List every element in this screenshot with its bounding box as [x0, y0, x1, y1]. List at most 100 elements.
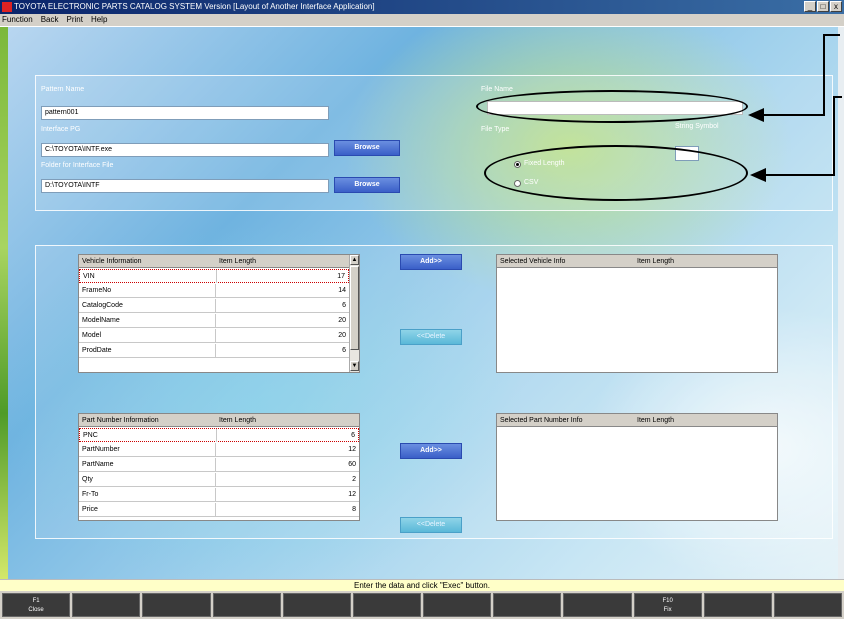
column-divider	[215, 473, 216, 486]
column-divider	[215, 329, 216, 342]
fkey-blank[interactable]	[72, 593, 141, 617]
add-vehicle-button[interactable]: Add>>	[400, 254, 462, 270]
table-row[interactable]: Qty 2	[79, 473, 359, 487]
selected-vehicle-col-length: Item Length	[637, 258, 674, 265]
fkey-label: Fix	[663, 607, 672, 613]
menu-print[interactable]: Print	[66, 14, 82, 26]
part-item-length: 60	[348, 461, 356, 468]
menu-back[interactable]: Back	[41, 14, 59, 26]
selected-part-header: Selected Part Number Info Item Length	[497, 414, 777, 427]
part-item-name: PartName	[82, 461, 114, 468]
fkey-blank[interactable]	[703, 593, 772, 617]
menu-bar: Function Back Print Help	[0, 14, 844, 26]
window-controls: _ □ x	[804, 1, 842, 13]
vehicle-item-length: 6	[342, 302, 346, 309]
interface-folder-label: Folder for Interface File	[41, 162, 114, 169]
fkey-blank[interactable]	[423, 593, 492, 617]
column-divider	[216, 270, 217, 283]
delete-vehicle-button[interactable]: <<Delete	[400, 329, 462, 345]
fkey-number: F1	[32, 598, 40, 604]
table-row[interactable]: ProdDate 6	[79, 344, 349, 358]
minimize-button[interactable]: _	[804, 1, 816, 12]
menu-function[interactable]: Function	[2, 14, 33, 26]
table-row[interactable]: FrameNo 14	[79, 284, 349, 298]
callout-ellipse-file-type	[484, 145, 748, 201]
selected-part-table: Selected Part Number Info Item Length	[496, 413, 778, 521]
vehicle-info-table: Vehicle Information Item Length VIN 17 F…	[78, 254, 360, 373]
table-row[interactable]: PartNumber 12	[79, 443, 359, 457]
delete-part-button[interactable]: <<Delete	[400, 517, 462, 533]
vehicle-item-name: Model	[82, 332, 102, 339]
app-icon	[2, 2, 12, 12]
part-item-length: 12	[348, 491, 356, 498]
interface-pg-input[interactable]: C:\TOYOTA\INTF.exe	[41, 143, 329, 157]
arrow1-top-segment	[824, 34, 840, 36]
function-key-bar: F1 Close F10 Fix	[0, 591, 844, 619]
fkey-blank[interactable]	[352, 593, 422, 617]
scroll-thumb[interactable]	[350, 266, 359, 350]
pattern-name-label: Pattern Name	[41, 86, 85, 93]
table-row[interactable]: Fr-To 12	[79, 488, 359, 502]
fkey-blank[interactable]	[493, 593, 562, 617]
part-item-length: 2	[352, 476, 356, 483]
menu-help[interactable]: Help	[91, 14, 107, 26]
part-item-name: PartNumber	[82, 446, 120, 453]
column-divider	[215, 488, 216, 501]
column-divider	[215, 344, 216, 357]
vehicle-item-length: 14	[338, 287, 346, 294]
part-table-header: Part Number Information Item Length	[79, 414, 359, 427]
table-row[interactable]: PartName 60	[79, 458, 359, 472]
arrow-left-icon	[748, 108, 764, 122]
table-row[interactable]: Price 8	[79, 503, 359, 517]
arrow2-horizontal-segment	[764, 174, 834, 176]
fkey-number: F10	[662, 598, 673, 604]
table-row[interactable]: ModelName 20	[79, 314, 349, 328]
column-divider	[215, 503, 216, 516]
fkey-blank[interactable]	[212, 593, 281, 617]
vehicle-col-info: Vehicle Information	[82, 258, 142, 265]
part-item-name: Price	[82, 506, 98, 513]
title-bar: TOYOTA ELECTRONIC PARTS CATALOG SYSTEM V…	[0, 0, 844, 14]
add-part-button[interactable]: Add>>	[400, 443, 462, 459]
column-divider	[215, 458, 216, 471]
part-item-length: 12	[348, 446, 356, 453]
part-item-name: PNC	[83, 432, 98, 439]
table-row[interactable]: CatalogCode 6	[79, 299, 349, 313]
maximize-button[interactable]: □	[817, 1, 829, 12]
fkey-blank[interactable]	[773, 593, 843, 617]
scroll-up-icon[interactable]: ▲	[350, 255, 359, 265]
fkey-f10-fix[interactable]: F10 Fix	[633, 593, 702, 617]
selected-part-col-info: Selected Part Number Info	[500, 417, 583, 424]
pattern-name-input[interactable]: pattern001	[41, 106, 329, 120]
column-divider	[215, 299, 216, 312]
fkey-blank[interactable]	[142, 593, 211, 617]
column-divider	[215, 314, 216, 327]
arrow2-vertical-segment	[833, 96, 835, 176]
selected-vehicle-table: Selected Vehicle Info Item Length	[496, 254, 778, 373]
vehicle-col-length: Item Length	[219, 258, 256, 265]
file-name-label: File Name	[481, 86, 513, 93]
part-item-name: Fr-To	[82, 491, 99, 498]
part-info-table: Part Number Information Item Length PNC …	[78, 413, 360, 521]
selected-vehicle-header: Selected Vehicle Info Item Length	[497, 255, 777, 268]
selected-part-col-length: Item Length	[637, 417, 674, 424]
table-row[interactable]: Model 20	[79, 329, 349, 343]
vehicle-table-scrollbar[interactable]: ▲ ▼	[349, 255, 359, 372]
vehicle-table-header: Vehicle Information Item Length	[79, 255, 359, 268]
vehicle-item-name: ProdDate	[82, 347, 112, 354]
scroll-down-icon[interactable]: ▼	[350, 361, 359, 371]
browse-interface-pg-button[interactable]: Browse	[334, 140, 400, 156]
vehicle-item-length: 17	[337, 273, 345, 280]
part-item-length: 6	[351, 432, 355, 439]
fkey-f1-close[interactable]: F1 Close	[2, 593, 71, 617]
interface-folder-input[interactable]: D:\TOYOTA\INTF	[41, 179, 329, 193]
fkey-blank[interactable]	[563, 593, 632, 617]
fkey-blank[interactable]	[282, 593, 351, 617]
vehicle-item-length: 20	[338, 317, 346, 324]
browse-folder-button[interactable]: Browse	[334, 177, 400, 193]
close-window-button[interactable]: x	[830, 1, 842, 12]
table-row[interactable]: PNC 6	[79, 428, 359, 442]
vehicle-item-name: FrameNo	[82, 287, 112, 294]
vehicle-item-length: 20	[338, 332, 346, 339]
table-row[interactable]: VIN 17	[79, 269, 349, 283]
